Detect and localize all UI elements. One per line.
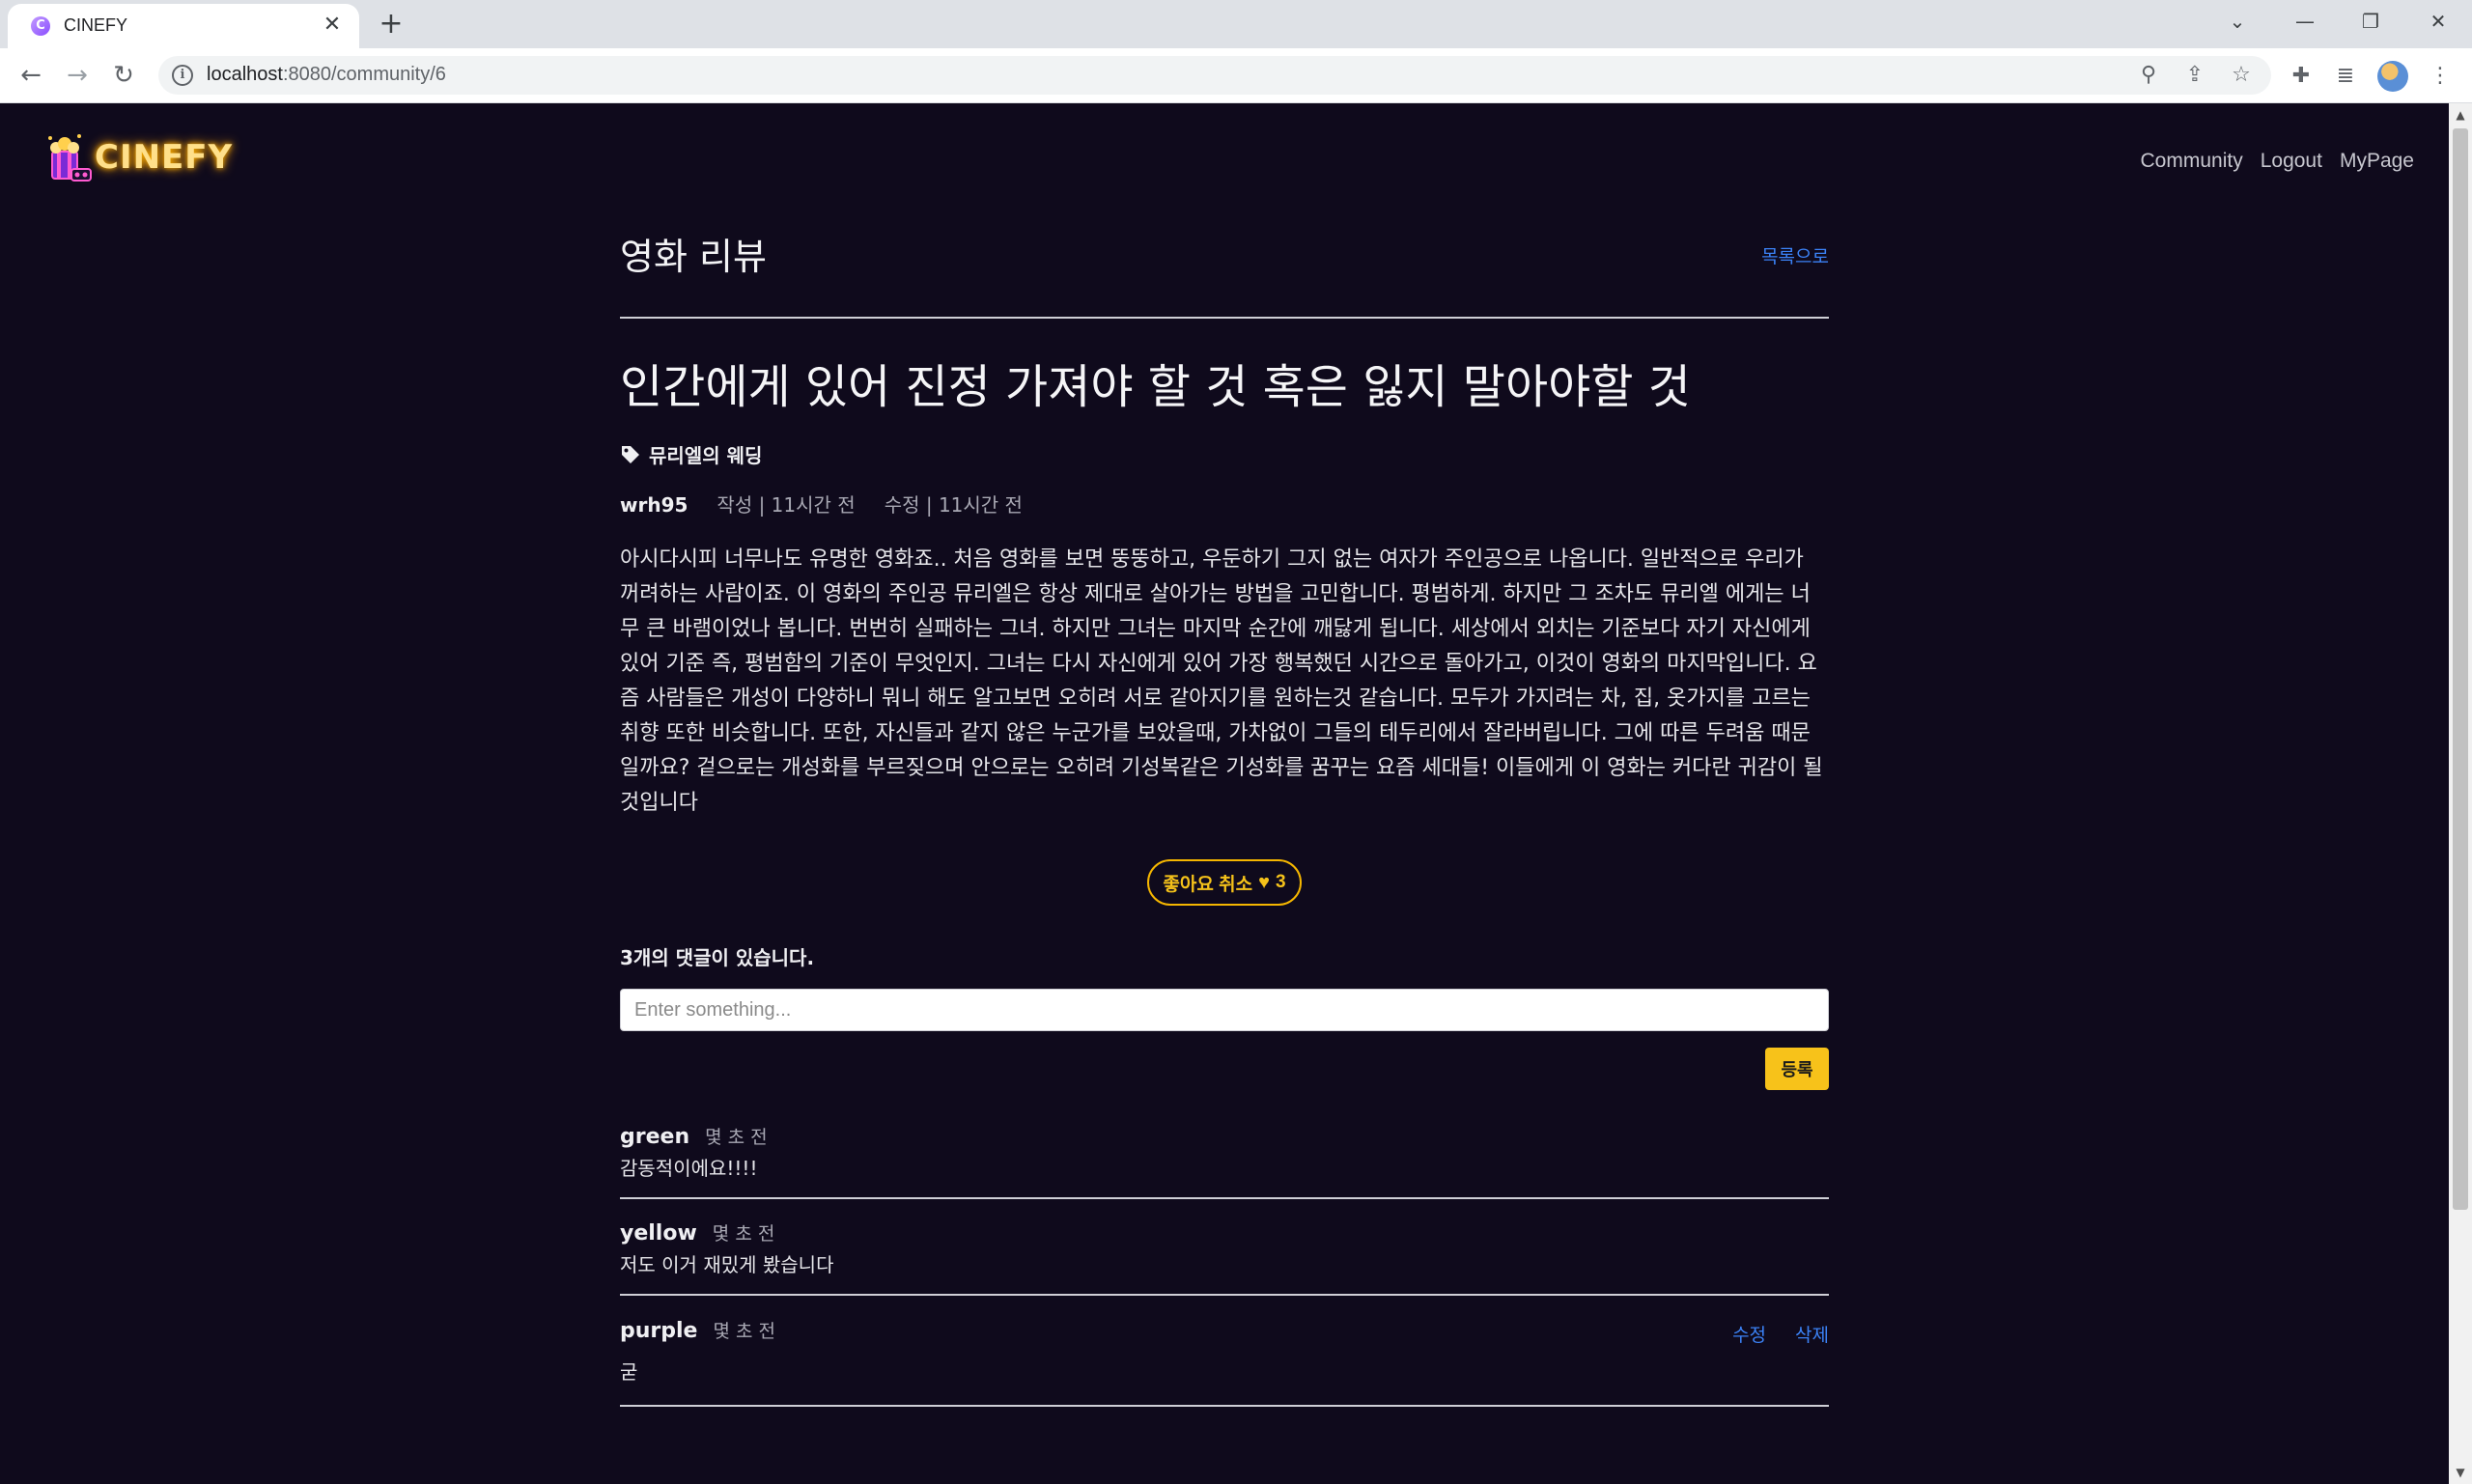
- comment-item: green 몇 초 전 감동적이에요!!!!: [620, 1123, 1829, 1181]
- back-to-list-link[interactable]: 목록으로: [1761, 242, 1829, 268]
- popcorn-logo-icon: [48, 134, 92, 182]
- extensions-puzzle-icon[interactable]: ✚: [2285, 60, 2318, 93]
- cinefy-favicon-icon: C: [31, 16, 50, 36]
- back-arrow-icon[interactable]: ←: [14, 58, 48, 93]
- like-count: 3: [1275, 872, 1286, 892]
- comment-time: 몇 초 전: [713, 1321, 776, 1342]
- post-content: 아시다시피 너무나도 유명한 영화죠.. 처음 영화를 보면 뚱뚱하고, 우둔하…: [620, 547, 1823, 815]
- browser-tab-active[interactable]: C CINEFY ✕: [8, 4, 359, 48]
- comment-divider: [620, 1197, 1829, 1199]
- top-navigation: Community Logout MyPage: [2141, 150, 2414, 173]
- tag-icon: [622, 445, 639, 463]
- comment-edit-button[interactable]: 수정: [1732, 1321, 1766, 1347]
- comment-body: 감동적이에요!!!!: [620, 1157, 758, 1180]
- scroll-thumb[interactable]: [2453, 128, 2468, 1210]
- url-host: localhost: [207, 64, 283, 85]
- restore-window-icon[interactable]: ❐: [2348, 2, 2393, 41]
- zoom-icon[interactable]: ⚲: [2134, 62, 2163, 89]
- tab-title: CINEFY: [64, 15, 128, 35]
- comment-count: 3개의 댓글이 있습니다.: [620, 946, 815, 969]
- close-window-icon[interactable]: ✕: [2416, 2, 2460, 41]
- post-title: 인간에게 있어 진정 가져야 할 것 혹은 잃지 말아야할 것: [620, 360, 1691, 414]
- scroll-up-arrow-icon[interactable]: ▲: [2449, 103, 2472, 126]
- logo-text: CINEFY: [95, 138, 234, 177]
- forward-arrow-icon[interactable]: →: [60, 58, 95, 93]
- comment-author: purple: [620, 1319, 698, 1343]
- page-scrollbar[interactable]: ▲ ▼: [2449, 103, 2472, 1484]
- profile-avatar[interactable]: [2377, 61, 2408, 92]
- comment-time: 몇 초 전: [705, 1127, 768, 1148]
- like-area: 좋아요 취소 ♥ 3: [620, 859, 1829, 906]
- share-icon[interactable]: ⇪: [2180, 62, 2209, 89]
- cinefy-logo[interactable]: CINEFY: [42, 130, 233, 184]
- comment-input[interactable]: [620, 989, 1829, 1031]
- comment-divider: [620, 1294, 1829, 1296]
- comment-body: 저도 이거 재밌게 봤습니다: [620, 1253, 834, 1276]
- comment-item: yellow 몇 초 전 저도 이거 재밌게 봤습니다: [620, 1219, 1829, 1277]
- nav-logout-link[interactable]: Logout: [2261, 150, 2322, 173]
- browser-toolbar: ← → ↻ i localhost:8080/community/6 ⚲ ⇪ ☆…: [0, 48, 2472, 103]
- comment-divider: [620, 1405, 1829, 1407]
- comment-author: yellow: [620, 1221, 697, 1246]
- close-tab-icon[interactable]: ✕: [319, 12, 346, 39]
- comment-time: 몇 초 전: [712, 1223, 775, 1245]
- site-info-icon[interactable]: i: [172, 65, 193, 86]
- post-created-time: 작성 | 11시간 전: [716, 493, 856, 517]
- url-path: :8080/community/6: [282, 64, 446, 85]
- browser-tabstrip: C CINEFY ✕ + ⌄ — ❐ ✕: [0, 0, 2472, 48]
- board-title: 영화 리뷰: [620, 236, 767, 278]
- comment-item: purple 몇 초 전 굳 수정 삭제: [620, 1317, 1829, 1385]
- scroll-down-arrow-icon[interactable]: ▼: [2449, 1461, 2472, 1484]
- like-button-label: 좋아요 취소: [1163, 874, 1253, 895]
- nav-mypage-link[interactable]: MyPage: [2340, 150, 2414, 173]
- comment-body: 굳: [620, 1360, 638, 1384]
- header-divider: [620, 317, 1829, 319]
- page-body: CINEFY Community Logout MyPage 영화 리뷰 목록으…: [0, 103, 2449, 1484]
- post-meta: wrh95 작성 | 11시간 전 수정 | 11시간 전: [620, 490, 1052, 518]
- nav-community-link[interactable]: Community: [2141, 150, 2243, 173]
- post-author[interactable]: wrh95: [620, 493, 688, 517]
- comment-actions: 수정 삭제: [1732, 1321, 1829, 1347]
- address-bar[interactable]: i localhost:8080/community/6 ⚲ ⇪ ☆: [158, 56, 2271, 95]
- url-text: localhost:8080/community/6: [207, 64, 446, 86]
- media-playlist-icon[interactable]: ≣: [2329, 60, 2362, 93]
- post-updated-time: 수정 | 11시간 전: [884, 493, 1023, 517]
- minimize-window-icon[interactable]: —: [2283, 2, 2327, 41]
- comment-author: green: [620, 1125, 690, 1149]
- browser-menu-icon[interactable]: ⋮: [2424, 60, 2457, 93]
- comment-delete-button[interactable]: 삭제: [1795, 1321, 1829, 1347]
- like-toggle-button[interactable]: 좋아요 취소 ♥ 3: [1147, 859, 1302, 906]
- movie-tag-label: 뮤리엘의 웨딩: [649, 444, 763, 467]
- tab-search-chevron-icon[interactable]: ⌄: [2215, 2, 2260, 41]
- bookmark-star-icon[interactable]: ☆: [2227, 62, 2256, 89]
- reload-icon[interactable]: ↻: [106, 58, 141, 93]
- new-tab-icon[interactable]: +: [375, 8, 407, 41]
- movie-tag[interactable]: 뮤리엘의 웨딩: [620, 440, 762, 468]
- comment-submit-button[interactable]: 등록: [1765, 1048, 1829, 1090]
- heart-icon: ♥: [1258, 871, 1270, 893]
